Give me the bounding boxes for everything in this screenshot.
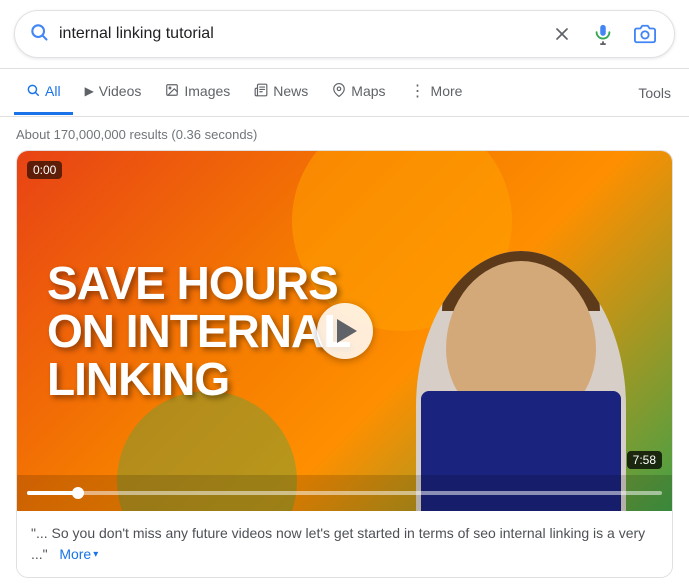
tab-news-label: News <box>273 83 308 99</box>
more-tab-icon: ⋮ <box>410 81 426 101</box>
more-link-label: More <box>59 544 91 565</box>
video-title-line1: SAVE HOURS <box>47 259 350 307</box>
search-tab-icon <box>26 83 40 100</box>
video-title-block: SAVE HOURS ON INTERNAL LINKING <box>47 259 350 404</box>
video-card: SAVE HOURS ON INTERNAL LINKING 0:00 7:58 <box>16 150 673 578</box>
chevron-down-icon: ▾ <box>93 547 98 562</box>
video-tab-icon: ▶ <box>85 84 94 98</box>
video-title-line3: LINKING <box>47 355 350 403</box>
voice-search-button[interactable] <box>588 19 618 49</box>
tab-all-label: All <box>45 83 61 99</box>
video-description-text: "... So you don't miss any future videos… <box>31 525 645 562</box>
person-head <box>416 251 626 511</box>
tab-images-label: Images <box>184 83 230 99</box>
microphone-icon <box>592 23 614 45</box>
tab-more[interactable]: ⋮ More <box>398 69 475 116</box>
progress-track[interactable] <box>27 491 662 495</box>
maps-tab-icon <box>332 83 346 100</box>
tab-videos[interactable]: ▶ Videos <box>73 71 154 114</box>
tab-videos-label: Videos <box>99 83 142 99</box>
tab-images[interactable]: Images <box>153 71 242 115</box>
progress-thumb <box>72 487 84 499</box>
video-duration-badge: 7:58 <box>627 451 662 469</box>
tools-button[interactable]: Tools <box>634 73 675 113</box>
search-input[interactable] <box>59 25 540 43</box>
video-title-line2: ON INTERNAL <box>47 307 350 355</box>
search-icon <box>29 22 49 47</box>
image-search-button[interactable] <box>630 19 660 49</box>
close-icon <box>552 24 572 44</box>
results-count: About 170,000,000 results (0.36 seconds) <box>0 117 689 150</box>
search-bar-icons <box>548 19 660 49</box>
more-link[interactable]: More ▾ <box>59 544 98 565</box>
tabs-bar: All ▶ Videos Images News Maps ⋮ More Too… <box>0 69 689 117</box>
tab-news[interactable]: News <box>242 71 320 115</box>
camera-icon <box>634 23 656 45</box>
clear-button[interactable] <box>548 20 576 48</box>
tab-more-label: More <box>431 83 463 99</box>
tab-maps[interactable]: Maps <box>320 71 397 115</box>
search-bar-wrapper <box>0 0 689 69</box>
play-triangle-icon <box>337 319 357 343</box>
video-progress-bar[interactable] <box>17 475 672 511</box>
search-bar <box>14 10 675 58</box>
video-thumbnail[interactable]: SAVE HOURS ON INTERNAL LINKING 0:00 7:58 <box>17 151 672 511</box>
tab-all[interactable]: All <box>14 71 73 115</box>
video-timestamp-badge: 0:00 <box>27 161 62 179</box>
images-tab-icon <box>165 83 179 100</box>
progress-fill <box>27 491 78 495</box>
video-description: "... So you don't miss any future videos… <box>17 511 672 577</box>
play-button[interactable] <box>317 303 373 359</box>
news-tab-icon <box>254 83 268 100</box>
tab-maps-label: Maps <box>351 83 385 99</box>
